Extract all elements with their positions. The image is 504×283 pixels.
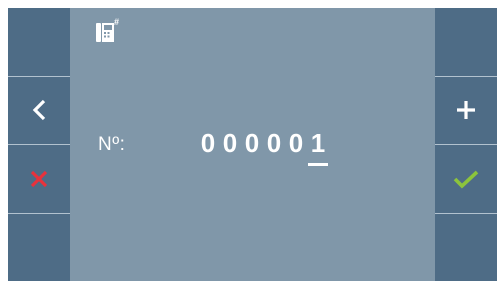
svg-text:#: # [114, 17, 119, 27]
cancel-x-icon [30, 170, 48, 187]
confirm-button[interactable] [435, 145, 497, 214]
digit-5[interactable]: 0 [285, 126, 307, 160]
digit-3[interactable]: 0 [241, 126, 263, 160]
digit-2[interactable]: 0 [219, 126, 241, 160]
number-label: Nº: [98, 134, 126, 155]
right-blank-button-2[interactable] [435, 214, 497, 282]
number-display[interactable]: 0 0 0 0 0 1 [197, 126, 329, 166]
increment-button[interactable] [435, 77, 497, 145]
digit-1[interactable]: 0 [197, 126, 219, 160]
chevron-left-icon [32, 100, 46, 121]
confirm-check-icon [453, 170, 479, 189]
right-button-panel [435, 8, 497, 281]
left-button-panel [8, 8, 70, 281]
left-blank-button-1[interactable] [8, 8, 70, 77]
intercom-screen: # Nº: 0 0 0 0 0 1 [8, 8, 497, 281]
intercom-phone-icon: # [96, 17, 119, 42]
left-blank-button-2[interactable] [8, 214, 70, 282]
plus-icon [457, 101, 475, 120]
digit-6[interactable]: 1 [307, 126, 329, 166]
digit-4[interactable]: 0 [263, 126, 285, 160]
cancel-button[interactable] [8, 145, 70, 214]
back-button[interactable] [8, 77, 70, 145]
right-blank-button-1[interactable] [435, 8, 497, 77]
number-panel: # Nº: 0 0 0 0 0 1 [70, 8, 435, 281]
